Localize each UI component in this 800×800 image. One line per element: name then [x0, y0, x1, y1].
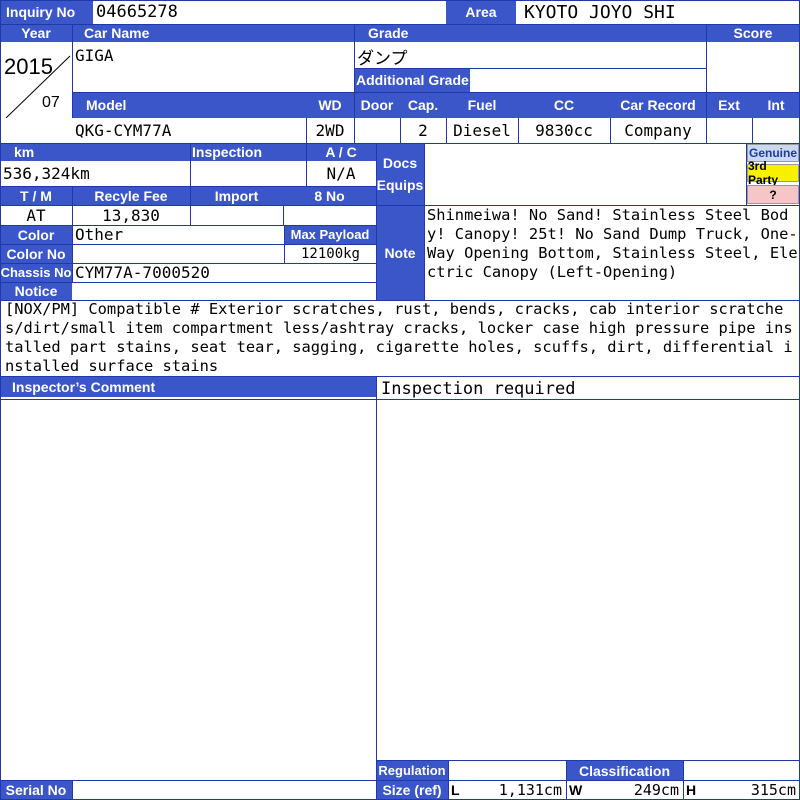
int-label: Int — [752, 92, 800, 118]
max-payload-label: Max Payload — [284, 225, 376, 244]
import-value — [190, 205, 283, 225]
docs-equips-value — [424, 143, 746, 205]
size-w-label: W — [569, 782, 583, 798]
car-name-value: GIGA — [72, 42, 354, 70]
score-value — [706, 42, 800, 92]
regulation-value — [448, 761, 566, 780]
year-cell: 2015 07 — [0, 42, 72, 118]
recycle-fee-label: Recyle Fee — [72, 186, 190, 205]
inquiry-no-label: Inquiry No — [0, 0, 93, 24]
size-h-label: H — [686, 782, 697, 798]
model-value: QKG-CYM77A — [72, 118, 306, 143]
color-value: Other — [72, 225, 284, 244]
year-label: Year — [0, 24, 72, 42]
color-label: Color — [0, 225, 72, 244]
area-label: Area — [446, 0, 516, 24]
ac-value: N/A — [306, 161, 376, 186]
serial-no-label: Serial No — [0, 780, 72, 800]
inspection-status: Inspection required — [381, 379, 576, 399]
equips-label: Equips — [376, 177, 424, 193]
inspection-label: Inspection — [190, 143, 306, 161]
model-label: Model — [72, 92, 306, 118]
inspector-comment-label: Inspector’s Comment — [0, 377, 376, 397]
size-l-label: L — [451, 782, 460, 798]
tm-label: T / M — [0, 186, 72, 205]
max-payload-value: 12100kg — [284, 244, 376, 263]
eight-no-label: 8 No — [283, 186, 376, 205]
grade-value: ダンプ — [354, 42, 706, 68]
car-record-value: Company — [610, 118, 706, 143]
tm-value: AT — [0, 205, 72, 225]
note-value: Shinmeiwa! No Sand! Stainless Steel Body… — [427, 206, 798, 281]
fuel-value: Diesel — [446, 118, 518, 143]
inspection-value — [190, 161, 306, 186]
wd-label: WD — [306, 92, 354, 118]
ext-label: Ext — [706, 92, 752, 118]
docs-label: Docs — [382, 155, 418, 171]
size-h-value: 315cm — [750, 781, 796, 799]
additional-grade-value — [470, 68, 706, 92]
cc-label: CC — [518, 92, 610, 118]
size-h-cell: H 315cm — [683, 780, 800, 800]
additional-grade-label: Additional Grade — [354, 68, 470, 92]
inquiry-no-value: 04665278 — [93, 0, 446, 24]
recycle-fee-value: 13,830 — [72, 205, 190, 225]
cc-value: 9830cc — [518, 118, 610, 143]
int-value — [752, 118, 800, 143]
regulation-label: Regulation — [376, 761, 448, 780]
chassis-no-value: CYM77A-7000520 — [72, 263, 376, 282]
color-no-value — [72, 244, 284, 263]
ext-value — [706, 118, 752, 143]
year-value: 2015 — [4, 54, 53, 79]
size-l-value: 1,131cm — [498, 781, 562, 799]
score-label: Score — [706, 24, 800, 42]
km-label: km — [0, 143, 190, 161]
area-value: KYOTO JOYO SHI — [516, 0, 800, 24]
fuel-label: Fuel — [446, 92, 518, 118]
size-ref-label: Size (ref) — [376, 780, 448, 800]
size-w-value: 249cm — [633, 781, 679, 799]
unknown-badge: ? — [747, 185, 799, 204]
cap-label: Cap. — [400, 92, 446, 118]
note-label: Note — [376, 205, 424, 300]
eight-no-value — [283, 205, 376, 225]
inspector-comment-value — [5, 398, 375, 758]
wd-value: 2WD — [306, 118, 354, 143]
import-label: Import — [190, 186, 283, 205]
chassis-no-label: Chassis No — [0, 263, 72, 282]
third-party-badge: 3rd Party — [747, 159, 799, 187]
km-value: 536,324km — [0, 161, 190, 186]
door-label: Door — [354, 92, 400, 118]
car-name-label: Car Name — [72, 24, 354, 42]
serial-no-value — [72, 780, 376, 800]
month-value: 07 — [42, 94, 60, 111]
grade-label: Grade — [354, 24, 706, 42]
size-l-cell: L 1,131cm — [448, 780, 566, 800]
docs-equips-label: Docs Equips — [376, 143, 424, 205]
size-w-cell: W 249cm — [566, 780, 683, 800]
classification-value — [683, 761, 800, 780]
notice-value: [NOX/PM] Compatible # Exterior scratches… — [5, 300, 793, 375]
car-record-label: Car Record — [610, 92, 706, 118]
cap-value: 2 — [400, 118, 446, 143]
classification-label: Classification — [566, 761, 683, 780]
notice-label: Notice — [0, 282, 72, 300]
color-no-label: Color No — [0, 244, 72, 263]
door-value — [354, 118, 400, 143]
ac-label: A / C — [306, 143, 376, 161]
